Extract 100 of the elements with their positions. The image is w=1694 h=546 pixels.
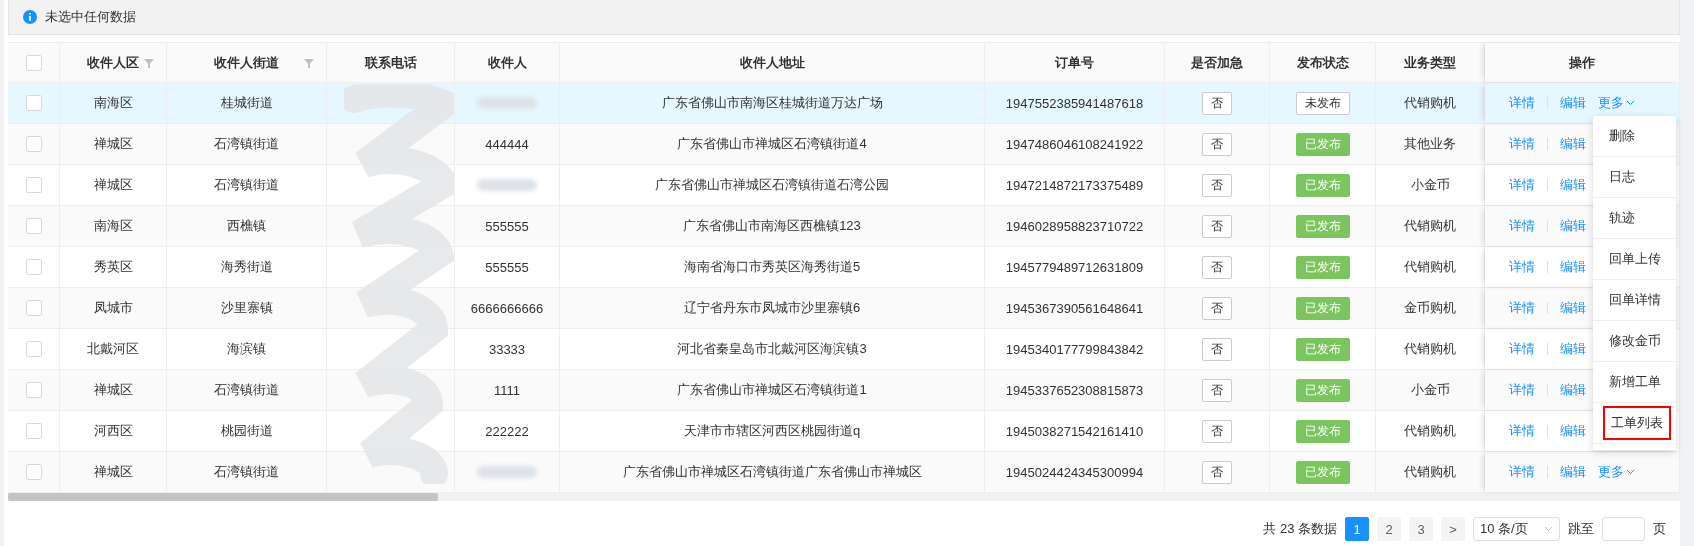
table-cell: 1945038271542161410 bbox=[1005, 423, 1144, 439]
jump-label: 跳至 bbox=[1568, 520, 1594, 538]
row-checkbox[interactable] bbox=[25, 259, 42, 275]
status-tag: 已发布 bbox=[1295, 296, 1350, 320]
details-link[interactable]: 详情 bbox=[1509, 135, 1535, 153]
row-checkbox[interactable] bbox=[25, 423, 42, 439]
filter-icon[interactable] bbox=[144, 57, 154, 68]
table-cell: 代销购机 bbox=[1404, 258, 1456, 276]
menu-item[interactable]: 回单详情 bbox=[1593, 280, 1676, 321]
table-cell: 北戴河区 bbox=[87, 340, 139, 358]
table-cell: 222222 bbox=[485, 423, 529, 439]
table-cell: 1945367390561648641 bbox=[1005, 300, 1144, 316]
edit-link[interactable]: 编辑 bbox=[1560, 422, 1586, 440]
table-cell: 1945024424345300994 bbox=[1005, 464, 1144, 480]
table-row[interactable]: 禅城区 石湾镇街道 广东省佛山市禅城区石湾镇街道广东省佛山市禅城区 1945024424345300994 否 已发布 代销购机 详情 编辑 更多 bbox=[8, 452, 1680, 493]
column-label: 订单号 bbox=[1055, 53, 1094, 72]
edit-link[interactable]: 编辑 bbox=[1560, 463, 1586, 481]
edit-link[interactable]: 编辑 bbox=[1560, 135, 1586, 153]
urgent-tag: 否 bbox=[1202, 460, 1232, 484]
row-checkbox[interactable] bbox=[25, 218, 42, 234]
details-link[interactable]: 详情 bbox=[1509, 340, 1535, 358]
table-cell: 沙里寨镇 bbox=[220, 299, 273, 317]
table-cell: 444444 bbox=[485, 136, 529, 152]
row-checkbox[interactable] bbox=[25, 341, 42, 357]
table-cell: 河西区 bbox=[93, 422, 133, 440]
table-cell: 33333 bbox=[488, 341, 526, 357]
horizontal-scrollbar[interactable] bbox=[8, 493, 1680, 501]
table-cell: 禅城区 bbox=[93, 463, 133, 481]
table-row[interactable]: 南海区 桂城街道 广东省佛山市南海区桂城街道万达广场 1947552385941487618 否 未发布 代销购机 详情 编辑 更多 bbox=[8, 83, 1680, 124]
status-tag: 未发布 bbox=[1295, 91, 1350, 115]
edit-link[interactable]: 编辑 bbox=[1560, 94, 1586, 112]
page-button[interactable]: 3 bbox=[1409, 517, 1433, 541]
table-cell: 其他业务 bbox=[1404, 135, 1456, 153]
more-link[interactable]: 更多 bbox=[1598, 463, 1635, 481]
row-checkbox[interactable] bbox=[25, 382, 42, 398]
select-all-checkbox[interactable] bbox=[25, 54, 42, 71]
more-link[interactable]: 更多 bbox=[1598, 94, 1635, 112]
edit-link[interactable]: 编辑 bbox=[1560, 381, 1586, 399]
status-tag: 已发布 bbox=[1295, 255, 1350, 279]
row-checkbox[interactable] bbox=[25, 464, 42, 480]
edit-link[interactable]: 编辑 bbox=[1560, 258, 1586, 276]
urgent-tag: 否 bbox=[1202, 337, 1232, 361]
page-button[interactable]: 2 bbox=[1377, 517, 1401, 541]
table-cell: 1947486046108241922 bbox=[1005, 136, 1144, 152]
edit-link[interactable]: 编辑 bbox=[1560, 217, 1586, 235]
urgent-tag: 否 bbox=[1202, 214, 1232, 238]
menu-item[interactable]: 日志 bbox=[1593, 157, 1676, 198]
chevron-down-icon bbox=[1544, 526, 1553, 532]
table-cell: 代销购机 bbox=[1404, 422, 1456, 440]
row-checkbox[interactable] bbox=[25, 177, 42, 193]
table-cell: 石湾镇街道 bbox=[214, 463, 279, 481]
chevron-down-icon bbox=[1626, 469, 1635, 475]
menu-item[interactable]: 修改金币 bbox=[1593, 321, 1676, 362]
details-link[interactable]: 详情 bbox=[1509, 258, 1535, 276]
table-cell: 南海区 bbox=[93, 94, 133, 112]
menu-item[interactable]: 轨迹 bbox=[1593, 198, 1676, 239]
status-tag: 已发布 bbox=[1295, 132, 1350, 156]
status-tag: 已发布 bbox=[1295, 419, 1350, 443]
next-page-button[interactable]: > bbox=[1441, 517, 1465, 541]
details-link[interactable]: 详情 bbox=[1509, 299, 1535, 317]
table-cell: 广东省佛山市禅城区石湾镇街道广东省佛山市禅城区 bbox=[622, 463, 922, 481]
urgent-tag: 否 bbox=[1202, 132, 1232, 156]
table-cell: 6666666666 bbox=[470, 300, 544, 316]
table-cell: 金币购机 bbox=[1404, 299, 1456, 317]
column-label: 收件人区 bbox=[87, 53, 139, 72]
details-link[interactable]: 详情 bbox=[1509, 463, 1535, 481]
urgent-tag: 否 bbox=[1202, 296, 1232, 320]
edit-link[interactable]: 编辑 bbox=[1560, 340, 1586, 358]
filter-icon[interactable] bbox=[304, 57, 314, 68]
table-cell: 广东省佛山市南海区桂城街道万达广场 bbox=[661, 94, 883, 112]
column-label: 操作 bbox=[1569, 53, 1595, 72]
menu-item[interactable]: 回单上传 bbox=[1593, 239, 1676, 280]
details-link[interactable]: 详情 bbox=[1509, 94, 1535, 112]
edit-link[interactable]: 编辑 bbox=[1560, 299, 1586, 317]
table-cell: 555555 bbox=[485, 259, 529, 275]
row-checkbox[interactable] bbox=[25, 300, 42, 316]
table-cell: 海秀街道 bbox=[220, 258, 273, 276]
column-label: 收件人 bbox=[487, 53, 527, 72]
column-label: 发布状态 bbox=[1296, 53, 1349, 72]
row-checkbox[interactable] bbox=[25, 95, 42, 111]
table-cell: 辽宁省丹东市凤城市沙里寨镇6 bbox=[683, 299, 861, 317]
menu-item[interactable]: 新增工单 bbox=[1593, 362, 1676, 403]
status-tag: 已发布 bbox=[1295, 173, 1350, 197]
details-link[interactable]: 详情 bbox=[1509, 381, 1535, 399]
details-link[interactable]: 详情 bbox=[1509, 176, 1535, 194]
page-button[interactable]: 1 bbox=[1345, 517, 1369, 541]
table-cell: 1945337652308815873 bbox=[1005, 382, 1144, 398]
menu-item[interactable]: 删除 bbox=[1593, 116, 1676, 157]
row-checkbox[interactable] bbox=[25, 136, 42, 152]
table-cell: 石湾镇街道 bbox=[214, 176, 279, 194]
table-cell: 小金币 bbox=[1410, 381, 1450, 399]
table-cell: 海南省海口市秀英区海秀街道5 bbox=[683, 258, 861, 276]
details-link[interactable]: 详情 bbox=[1509, 422, 1535, 440]
details-link[interactable]: 详情 bbox=[1509, 217, 1535, 235]
page-size-select[interactable]: 10 条/页 bbox=[1473, 517, 1560, 541]
table-cell: 广东省佛山市禅城区石湾镇街道4 bbox=[677, 135, 867, 153]
jump-input[interactable] bbox=[1602, 517, 1645, 541]
edit-link[interactable]: 编辑 bbox=[1560, 176, 1586, 194]
table-cell: 桂城街道 bbox=[220, 94, 273, 112]
table-cell: 1945340177799843842 bbox=[1005, 341, 1144, 357]
